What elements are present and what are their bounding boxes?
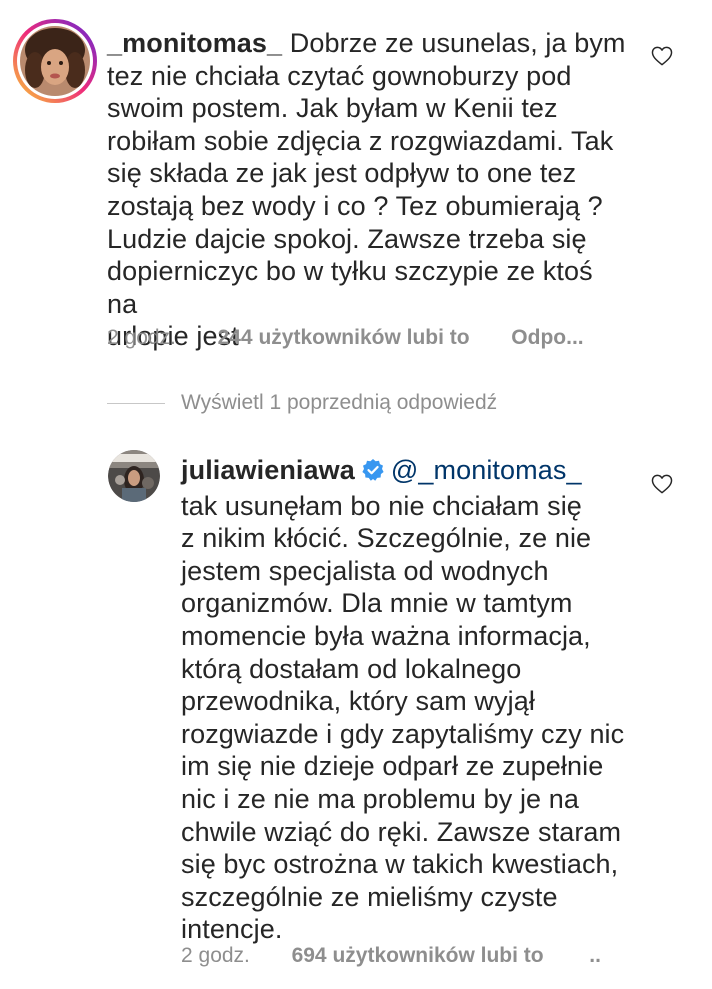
comment-meta: 2 godz. 244 użytkowników lubi to Odpo... [107,325,584,351]
comment-line: tak usunęłam bo nie chciałam się [181,490,582,521]
comment-line: z nikim kłócić. Szczególnie, ze nie [181,523,592,554]
comment-line: intencje. [181,914,283,945]
comment-line: nic i ze nie ma problemu by je na [181,783,580,814]
like-button[interactable] [651,474,673,494]
comment-line: rozgwiazde i gdy zapytaliśmy czy nic [181,718,625,749]
comment-line: dopierniczyc bo w tyłku szczypie ze ktoś… [107,256,593,319]
comment-line: tez nie chciała czytać gownoburzy pod [107,60,572,91]
heart-outline-icon [651,46,673,66]
view-previous-replies[interactable]: Wyświetl 1 poprzednią odpowiedź [107,390,497,416]
comment-line: im się nie dzieje odparł ze zupełnie [181,751,604,782]
comment-line: Ludzie dajcie spokoj. Zawsze trzeba się [107,223,587,254]
avatar-image [108,450,160,502]
comment-meta: 2 godz. 694 użytkowników lubi to .. [181,943,601,969]
comment-username[interactable]: _monitomas_ [107,28,282,58]
comment-line: organizmów. Dla mnie w tamtym [181,588,573,619]
reply-button[interactable]: Odpo... [511,326,583,349]
comment-line: chwile wziąć do ręki. Zawsze staram [181,816,622,847]
comment-line: się byc ostrożna w takich kwestiach, [181,849,619,880]
comment-line: momencie była ważna informacja, [181,620,591,651]
avatar[interactable] [12,18,98,104]
comment-likes-link[interactable]: 694 użytkowników lubi to [292,944,544,967]
comment-line: szczególnie ze mieliśmy czyste [181,881,558,912]
avatar-image [13,19,97,103]
avatar[interactable] [108,450,160,502]
comment-line: przewodnika, który sam wyjął [181,686,535,717]
view-previous-replies-label: Wyświetl 1 poprzednią odpowiedź [181,391,498,414]
comment-line: zostają bez wody i co ? Tez obumierają ? [107,190,603,221]
comment-line: którą dostałam od lokalnego [181,653,522,684]
mention-link[interactable]: @_monitomas_ [391,455,582,485]
comment-time: 2 godz. [107,326,176,349]
comment-text: _monitomas_ Dobrze ze usunelas, ja bym t… [107,27,627,353]
verified-badge-icon [361,457,385,490]
divider-line [107,402,165,404]
comment-line: swoim postem. Jak byłam w Kenii tez [107,93,558,124]
comment-line: się składa ze jak jest odpływ to one tez [107,158,577,189]
comment-line: robiłam sobie zdjęcia z rozgwiazdami. Ta… [107,125,614,156]
comment-line: jestem specjalista od wodnych [181,555,549,586]
comment-likes-link[interactable]: 244 użytkowników lubi to [218,326,470,349]
comment-time: 2 godz. [181,944,250,967]
reply-button[interactable]: .. [589,944,601,967]
heart-outline-icon [651,474,673,494]
like-button[interactable] [651,46,673,66]
comment-line: Dobrze ze usunelas, ja bym [289,28,626,58]
comment-text: juliawieniawa @_monitomas_ tak usunęłam … [181,454,641,946]
comment-username[interactable]: juliawieniawa [181,455,355,485]
